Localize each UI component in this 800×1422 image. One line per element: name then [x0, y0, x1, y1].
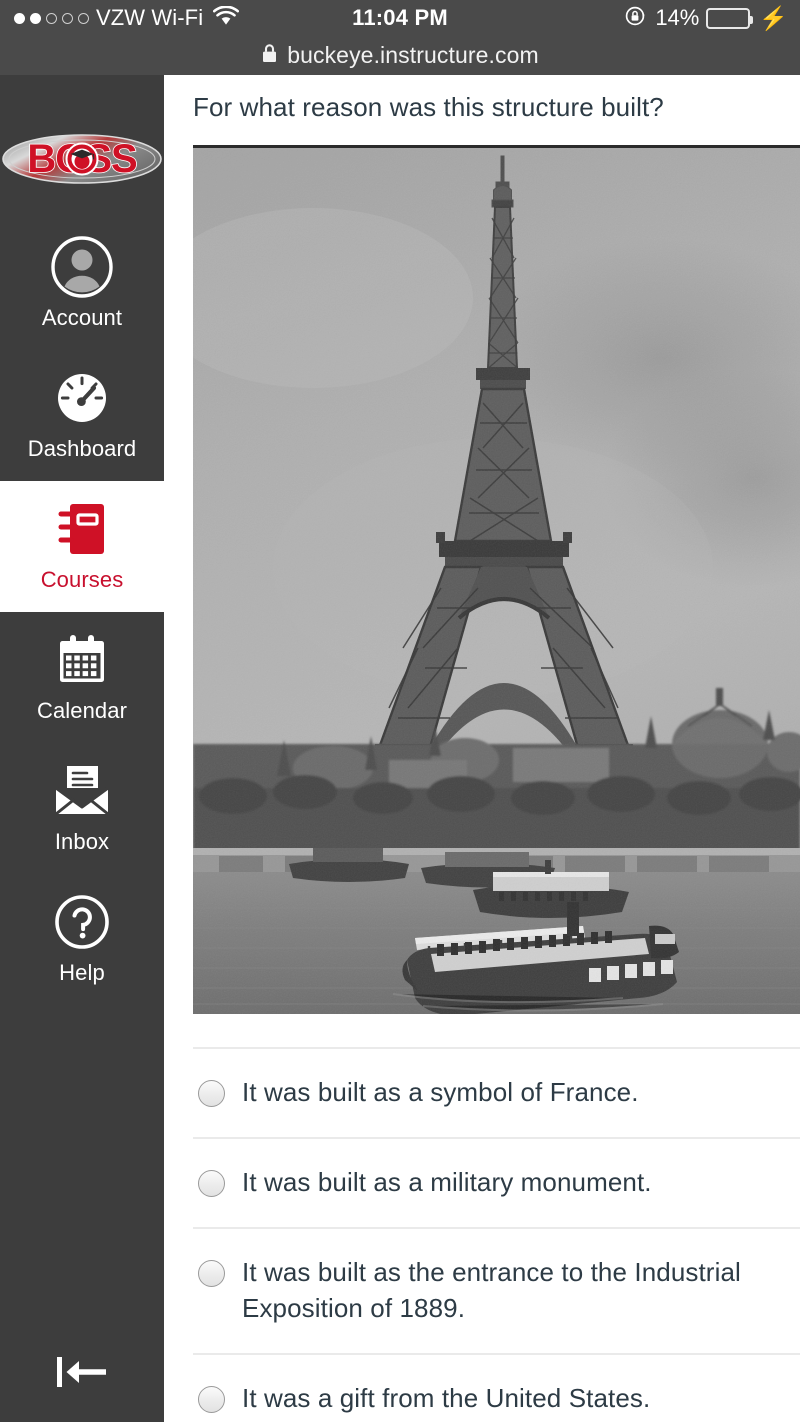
quiz-question-text: For what reason was this structure built…	[193, 92, 664, 122]
answer-label: It was built as a symbol of France.	[242, 1077, 639, 1107]
lock-icon	[261, 43, 278, 69]
sidebar-item-courses[interactable]: Courses	[0, 481, 164, 612]
phone-screen: VZW Wi-Fi 11:04 PM 14% ⚡ buckeye.instruc…	[0, 0, 800, 1422]
sidebar-item-label: Calendar	[36, 698, 128, 723]
radio-button[interactable]	[198, 1259, 225, 1287]
sidebar-item-account[interactable]: Account	[0, 219, 164, 350]
sidebar-item-label: Inbox	[54, 829, 110, 854]
answer-option[interactable]: It was built as a military monument.	[193, 1136, 800, 1227]
battery-percent-label: 14%	[655, 5, 700, 30]
browser-url-bar[interactable]: buckeye.instructure.com	[0, 36, 800, 75]
rotation-lock-icon	[624, 4, 648, 33]
inbox-envelope-icon	[52, 762, 112, 820]
courses-book-icon	[54, 500, 110, 558]
global-navigation-sidebar: BOSS Account	[0, 75, 164, 1422]
sidebar-item-label: Account	[41, 305, 123, 330]
sidebar-item-calendar[interactable]: Calendar	[0, 612, 164, 743]
sidebar-item-inbox[interactable]: Inbox	[0, 743, 164, 874]
collapse-navigation-button[interactable]	[0, 1344, 164, 1404]
battery-icon	[706, 7, 754, 29]
quiz-answer-list: It was built as a symbol of France. It w…	[193, 1047, 800, 1422]
dashboard-speedometer-icon	[52, 369, 112, 427]
answer-label: It was built as the entrance to the Indu…	[242, 1256, 741, 1323]
sidebar-item-label: Help	[59, 960, 105, 985]
url-text: buckeye.instructure.com	[287, 42, 539, 68]
answer-label: It was built as a military monument.	[242, 1166, 652, 1197]
radio-button[interactable]	[198, 1080, 225, 1107]
charging-bolt-icon: ⚡	[759, 4, 788, 31]
sidebar-item-label: Dashboard	[27, 436, 137, 461]
status-bar: VZW Wi-Fi 11:04 PM 14% ⚡	[0, 0, 800, 36]
collapse-left-arrow-icon	[46, 1350, 118, 1399]
answer-option[interactable]: It was built as the entrance to the Indu…	[193, 1226, 800, 1353]
answer-option[interactable]: It was a gift from the United States.	[193, 1352, 800, 1422]
sidebar-item-dashboard[interactable]: Dashboard	[0, 350, 164, 481]
help-question-icon	[53, 893, 111, 951]
status-bar-right: 14% ⚡	[624, 0, 788, 36]
quiz-content-area: For what reason was this structure built…	[164, 75, 800, 1422]
eiffel-tower-photo	[193, 145, 800, 1014]
account-avatar-icon	[50, 236, 114, 298]
radio-button[interactable]	[198, 1385, 225, 1413]
sidebar-item-help[interactable]: Help	[0, 874, 164, 1005]
radio-button[interactable]	[198, 1169, 225, 1197]
calendar-icon	[53, 631, 111, 689]
answer-label: It was a gift from the United States.	[242, 1382, 651, 1413]
answer-option[interactable]: It was built as a symbol of France.	[193, 1047, 800, 1137]
sidebar-item-label: Courses	[40, 567, 124, 592]
boss-logo[interactable]: BOSS	[0, 131, 164, 187]
